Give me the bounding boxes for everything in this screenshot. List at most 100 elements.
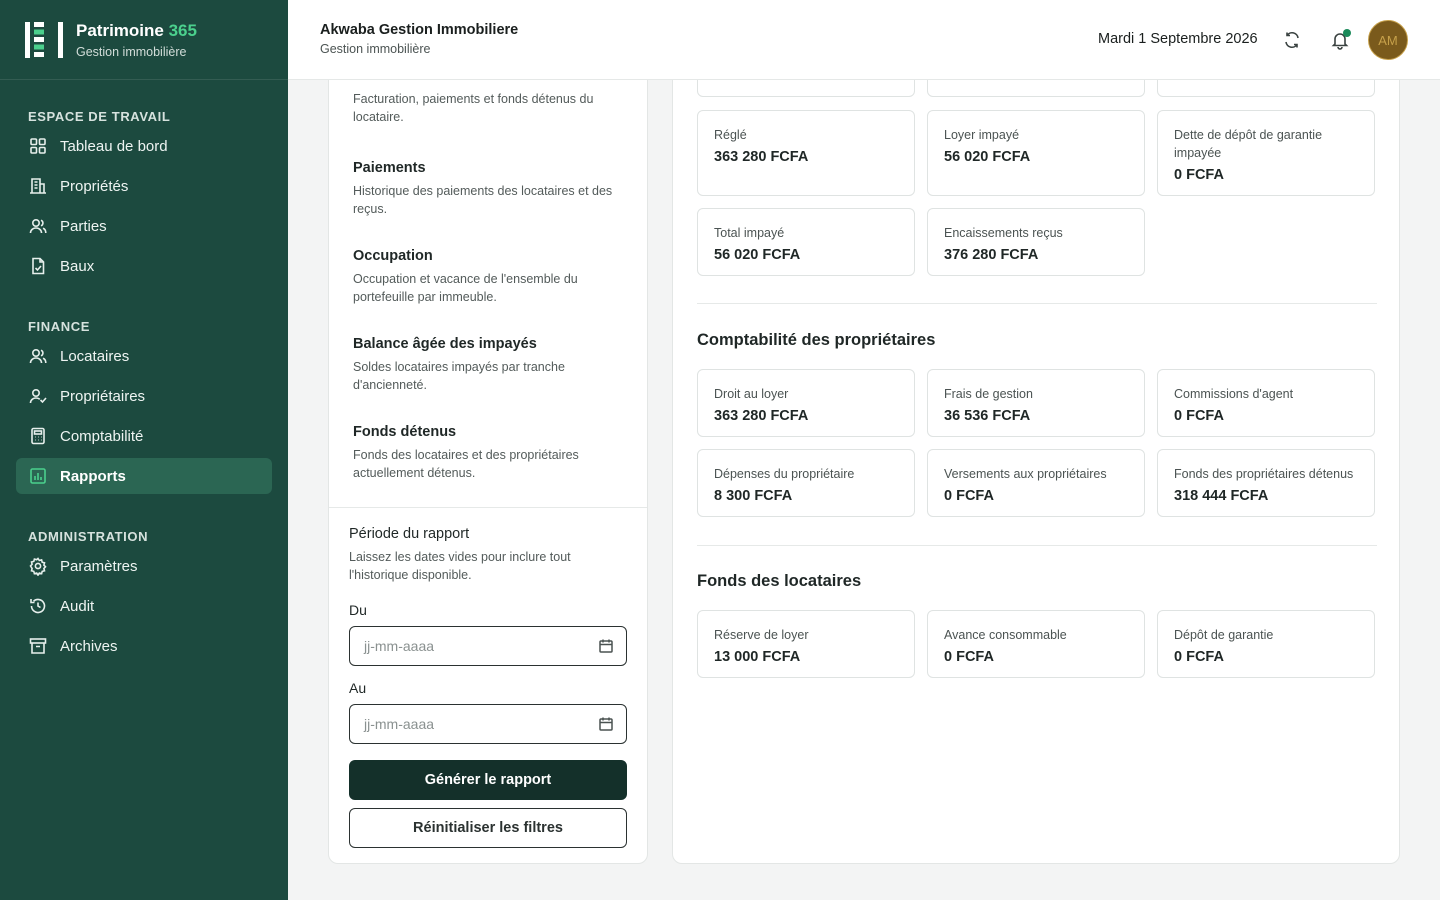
- summary-card-receipts: Encaissements reçus 376 280 FCFA: [927, 208, 1145, 276]
- sidebar-item-reports[interactable]: Rapports: [16, 458, 272, 494]
- history-icon: [28, 596, 48, 616]
- nav-workspace: ESPACE DE TRAVAIL Tableau de bord Propri…: [0, 100, 288, 284]
- calendar-icon[interactable]: [598, 638, 614, 657]
- card-value: 363 280 FCFA: [714, 149, 809, 165]
- card-label: Commissions d'agent: [1174, 387, 1294, 401]
- card-label: Total impayé: [714, 226, 785, 240]
- report-title: Balance âgée des impayés: [353, 336, 537, 352]
- card-label: Droit au loyer: [714, 387, 789, 401]
- logo-icon: [25, 21, 63, 58]
- sidebar-item-label: Paramètres: [60, 557, 138, 575]
- period-desc: Laissez les dates vides pour inclure tou…: [349, 550, 571, 582]
- sidebar-item-properties[interactable]: Propriétés: [16, 168, 272, 204]
- brand-subtitle: Gestion immobilière: [76, 44, 187, 59]
- refresh-button[interactable]: [1280, 28, 1304, 52]
- report-item-aged-balance[interactable]: Balance âgée des impayés Soldes locatair…: [353, 336, 623, 394]
- card-value: 0 FCFA: [1174, 167, 1224, 183]
- card-value: 56 020 FCFA: [714, 247, 801, 263]
- owner-accounting-title: Comptabilité des propriétaires: [697, 331, 936, 349]
- card-label: Dépôt de garantie: [1174, 628, 1274, 642]
- card-label: Réglé: [714, 128, 747, 142]
- sidebar-item-label: Parties: [60, 217, 107, 235]
- calculator-icon: [28, 426, 48, 446]
- company-subtitle: Gestion immobilière: [320, 42, 431, 56]
- users-icon: [28, 346, 48, 366]
- period-title: Période du rapport: [349, 526, 470, 542]
- tenant-fund-card-deposit: Dépôt de garantie 0 FCFA: [1157, 610, 1375, 678]
- calendar-icon[interactable]: [598, 716, 614, 735]
- card-value: 363 280 FCFA: [714, 408, 809, 424]
- sidebar-item-parties[interactable]: Parties: [16, 208, 272, 244]
- owner-card-funds-held: Fonds des propriétaires détenus 318 444 …: [1157, 449, 1375, 517]
- building-icon: [28, 176, 48, 196]
- to-date-input[interactable]: jj-mm-aaaa: [349, 704, 627, 744]
- report-desc: Facturation, paiements et fonds détenus …: [353, 92, 594, 124]
- brand[interactable]: Patrimoine 365 Gestion immobilière: [0, 0, 288, 80]
- from-date-input[interactable]: jj-mm-aaaa: [349, 626, 627, 666]
- user-check-icon: [28, 386, 48, 406]
- sidebar-item-label: Tableau de bord: [60, 137, 168, 155]
- sidebar-item-owners[interactable]: Propriétaires: [16, 378, 272, 414]
- card-label: Loyer impayé: [944, 128, 1020, 142]
- report-title: Fonds détenus: [353, 424, 457, 440]
- avatar[interactable]: AM: [1368, 20, 1408, 60]
- sidebar-item-dashboard[interactable]: Tableau de bord: [16, 128, 272, 164]
- card-label: Versements aux propriétaires: [944, 467, 1107, 481]
- report-item-occupancy[interactable]: Occupation Occupation et vacance de l'en…: [353, 248, 623, 306]
- sidebar-item-label: Archives: [60, 637, 118, 655]
- card-value: 0 FCFA: [1174, 649, 1224, 665]
- document-icon: [28, 256, 48, 276]
- sidebar-item-leases[interactable]: Baux: [16, 248, 272, 284]
- owner-card-payouts: Versements aux propriétaires 0 FCFA: [927, 449, 1145, 517]
- report-item-funds-held[interactable]: Fonds détenus Fonds des locataires et de…: [353, 424, 623, 482]
- nav-finance: FINANCE Locataires Propriétaires Comptab…: [0, 310, 288, 494]
- summary-card-unpaid-deposit: Dette de dépôt de garantie impayée 0 FCF…: [1157, 110, 1375, 196]
- sidebar-item-label: Comptabilité: [60, 427, 144, 445]
- divider: [697, 303, 1377, 304]
- sidebar-item-archives[interactable]: Archives: [16, 628, 272, 664]
- nav-administration: ADMINISTRATION Paramètres Audit Archives: [0, 520, 288, 664]
- sidebar-item-tenants[interactable]: Locataires: [16, 338, 272, 374]
- summary-card-unpaid-rent: Loyer impayé 56 020 FCFA: [927, 110, 1145, 196]
- notification-dot: [1343, 29, 1351, 37]
- date-placeholder: jj-mm-aaaa: [364, 716, 435, 732]
- sidebar-item-label: Locataires: [60, 347, 130, 365]
- tenant-fund-card-advance: Avance consommable 0 FCFA: [927, 610, 1145, 678]
- card-value: 8 300 FCFA: [714, 488, 793, 504]
- sidebar-item-label: Baux: [60, 257, 95, 275]
- reset-filters-button[interactable]: Réinitialiser les filtres: [349, 808, 627, 848]
- nav-heading: ESPACE DE TRAVAIL: [28, 109, 171, 124]
- brand-name: Patrimoine 365: [76, 20, 197, 40]
- report-list-panel: Relevé du locataire Facturation, paiemen…: [328, 40, 648, 864]
- sidebar-item-label: Propriétaires: [60, 387, 146, 405]
- report-desc: Fonds des locataires et des propriétaire…: [353, 448, 579, 480]
- current-date: Mardi 1 Septembre 2026: [1098, 31, 1258, 47]
- grid-icon: [28, 136, 48, 156]
- card-label: Réserve de loyer: [714, 628, 809, 642]
- card-label: Dette de dépôt de garantie impayée: [1174, 128, 1323, 160]
- card-value: 0 FCFA: [1174, 408, 1224, 424]
- report-title: Occupation: [353, 248, 433, 264]
- nav-heading: FINANCE: [28, 319, 90, 334]
- sidebar-item-settings[interactable]: Paramètres: [16, 548, 272, 584]
- refresh-icon: [1285, 31, 1299, 49]
- owner-card-management-fees: Frais de gestion 36 536 FCFA: [927, 369, 1145, 437]
- notifications-button[interactable]: [1328, 28, 1352, 52]
- sidebar-item-label: Rapports: [60, 467, 126, 485]
- company-name: Akwaba Gestion Immobiliere: [320, 22, 519, 38]
- users-icon: [28, 216, 48, 236]
- to-label: Au: [349, 680, 367, 696]
- sidebar-item-accounting[interactable]: Comptabilité: [16, 418, 272, 454]
- sidebar-item-label: Propriétés: [60, 177, 129, 195]
- report-item-payments[interactable]: Paiements Historique des paiements des l…: [353, 160, 623, 218]
- card-value: 13 000 FCFA: [714, 649, 801, 665]
- sidebar-item-audit[interactable]: Audit: [16, 588, 272, 624]
- topbar: Akwaba Gestion Immobiliere Gestion immob…: [288, 0, 1440, 80]
- owner-card-agent-commissions: Commissions d'agent 0 FCFA: [1157, 369, 1375, 437]
- owner-card-expenses: Dépenses du propriétaire 8 300 FCFA: [697, 449, 915, 517]
- generate-report-button[interactable]: Générer le rapport: [349, 760, 627, 800]
- summary-card-total-unpaid: Total impayé 56 020 FCFA: [697, 208, 915, 276]
- card-label: Dépenses du propriétaire: [714, 467, 855, 481]
- company-info: Akwaba Gestion Immobiliere Gestion immob…: [320, 22, 518, 56]
- card-label: Fonds des propriétaires détenus: [1174, 467, 1354, 481]
